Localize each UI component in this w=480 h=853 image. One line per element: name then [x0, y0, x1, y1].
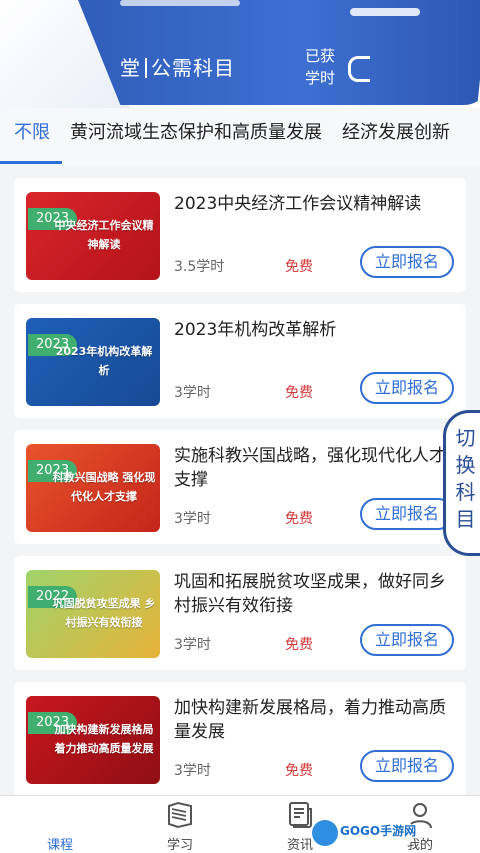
nav-study-label: 学习 [166, 838, 193, 853]
course-price: 免费 [285, 763, 313, 779]
book-icon [168, 801, 192, 829]
enroll-button[interactable]: 立即报名 [360, 372, 454, 404]
course-list: 2023 中央经济工作会议精神解读 2023中央经济工作会议精神解读 3.5学时… [14, 178, 466, 808]
course-price: 免费 [285, 637, 313, 653]
course-price: 免费 [285, 259, 313, 275]
banner-title-right: 公需科目 [151, 56, 235, 80]
course-hours: 3学时 [174, 511, 211, 527]
thumbnail-caption: 科教兴国战略 强化现代化人才支撑 [52, 471, 156, 503]
enroll-button[interactable]: 立即报名 [360, 624, 454, 656]
watermark-text: GOGO手游网 [340, 824, 417, 838]
thumbnail-caption: 加快构建新发展格局 着力推动高质量发展 [54, 723, 154, 755]
course-thumbnail: 2023 中央经济工作会议精神解读 [26, 192, 160, 280]
tab-unlimited[interactable]: 不限 [0, 108, 62, 166]
banner-highlight-right [350, 8, 420, 16]
watermark-logo [312, 820, 338, 846]
banner-highlight [120, 0, 240, 6]
course-thumbnail: 2022 巩固脱贫攻坚成果 乡村振兴有效衔接 [26, 570, 160, 658]
tab-economic-innovation[interactable]: 经济发展创新 [332, 108, 460, 166]
banner-title: 堂公需科目 [120, 52, 235, 81]
course-title: 巩固和拓展脱贫攻坚成果，做好同乡村振兴有效衔接 [174, 572, 446, 616]
course-hours: 3.5学时 [174, 259, 225, 275]
thumbnail-caption: 2023年机构改革解析 [55, 345, 153, 377]
enroll-button[interactable]: 立即报名 [360, 498, 454, 530]
tab-yellow-river[interactable]: 黄河流域生态保护和高质量发展 [60, 108, 332, 166]
learned-hours-label: 已获学时 [304, 47, 335, 87]
nav-study[interactable]: 学习 [150, 796, 210, 853]
nav-course[interactable]: 课程 [30, 796, 90, 853]
course-card[interactable]: 2023 中央经济工作会议精神解读 2023中央经济工作会议精神解读 3.5学时… [14, 178, 466, 292]
switch-subject-button[interactable]: 切换科目 [443, 410, 480, 556]
course-card[interactable]: 2023 科教兴国战略 强化现代化人才支撑 实施科教兴国战略，强化现代化人才支撑… [14, 430, 466, 544]
course-title: 加快构建新发展格局，着力推动高质量发展 [174, 698, 446, 742]
course-card[interactable]: 2023 加快构建新发展格局 着力推动高质量发展 加快构建新发展格局，着力推动高… [14, 682, 466, 796]
enroll-button[interactable]: 立即报名 [360, 246, 454, 278]
learned-hours-pill [348, 56, 370, 82]
banner-title-divider [145, 58, 147, 78]
course-hours: 3学时 [174, 385, 211, 401]
course-thumbnail: 2023 科教兴国战略 强化现代化人才支撑 [26, 444, 160, 532]
course-hours: 3学时 [174, 637, 211, 653]
enroll-button[interactable]: 立即报名 [360, 750, 454, 782]
course-icon [44, 800, 76, 830]
course-card[interactable]: 2023 2023年机构改革解析 2023年机构改革解析 3学时 免费 立即报名 [14, 304, 466, 418]
header-banner: 堂公需科目 已获学时 [0, 0, 480, 108]
nav-course-label: 课程 [46, 838, 73, 853]
course-price: 免费 [285, 385, 313, 401]
thumbnail-caption: 中央经济工作会议精神解读 [54, 219, 154, 251]
banner-title-left: 堂 [120, 56, 141, 80]
course-title: 实施科教兴国战略，强化现代化人才支撑 [174, 446, 446, 490]
course-title: 2023年机构改革解析 [174, 320, 337, 340]
category-tabs: 不限 黄河流域生态保护和高质量发展 经济发展创新 [0, 108, 480, 166]
course-price: 免费 [285, 511, 313, 527]
watermark: GOGO手游网 [310, 818, 417, 848]
course-title: 2023中央经济工作会议精神解读 [174, 194, 422, 214]
course-thumbnail: 2023 2023年机构改革解析 [26, 318, 160, 406]
course-hours: 3学时 [174, 763, 211, 779]
course-card[interactable]: 2022 巩固脱贫攻坚成果 乡村振兴有效衔接 巩固和拓展脱贫攻坚成果，做好同乡村… [14, 556, 466, 670]
course-thumbnail: 2023 加快构建新发展格局 着力推动高质量发展 [26, 696, 160, 784]
thumbnail-caption: 巩固脱贫攻坚成果 乡村振兴有效衔接 [52, 597, 156, 629]
